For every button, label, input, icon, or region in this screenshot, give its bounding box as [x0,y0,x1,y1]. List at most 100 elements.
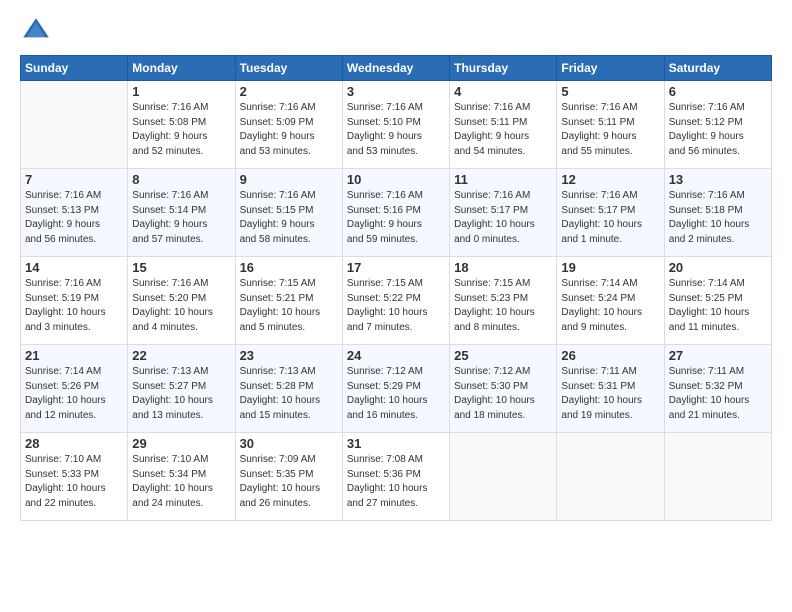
cal-cell: 27Sunrise: 7:11 AM Sunset: 5:32 PM Dayli… [664,345,771,433]
day-number: 30 [240,436,338,451]
cal-cell [450,433,557,521]
cell-info: Sunrise: 7:16 AM Sunset: 5:09 PM Dayligh… [240,101,338,159]
day-number: 21 [25,348,123,363]
week-row-5: 28Sunrise: 7:10 AM Sunset: 5:33 PM Dayli… [21,433,772,521]
logo [20,15,56,47]
day-number: 16 [240,260,338,275]
cal-cell: 11 Sunrise: 7:16 AM Sunset: 5:17 PM Dayli… [450,169,557,257]
cal-cell: 6 Sunrise: 7:16 AM Sunset: 5:12 PM Daylig… [664,81,771,169]
cal-cell: 19 Sunrise: 7:14 AM Sunset: 5:24 PM Dayli… [557,257,664,345]
cal-cell: 16 Sunrise: 7:15 AM Sunset: 5:21 PM Dayli… [235,257,342,345]
cell-info: Sunrise: 7:16 AM Sunset: 5:14 PM Dayligh… [132,189,230,247]
cal-cell: 20 Sunrise: 7:14 AM Sunset: 5:25 PM Dayli… [664,257,771,345]
day-number: 20 [669,260,767,275]
cal-cell: 26 Sunrise: 7:11 AM Sunset: 5:31 PM Dayli… [557,345,664,433]
cell-info: Sunrise: 7:16 AM Sunset: 5:16 PM Dayligh… [347,189,445,247]
cell-info: Sunrise: 7:12 AM Sunset: 5:30 PM Dayligh… [454,365,552,423]
col-header-friday: Friday [557,56,664,81]
cal-cell: 21Sunrise: 7:14 AM Sunset: 5:26 PM Dayli… [21,345,128,433]
cal-cell: 12 Sunrise: 7:16 AM Sunset: 5:17 PM Dayli… [557,169,664,257]
cell-info: Sunrise: 7:10 AM Sunset: 5:34 PM Dayligh… [132,453,230,511]
cell-info: Sunrise: 7:16 AM Sunset: 5:15 PM Dayligh… [240,189,338,247]
week-row-4: 21Sunrise: 7:14 AM Sunset: 5:26 PM Dayli… [21,345,772,433]
cal-cell: 25 Sunrise: 7:12 AM Sunset: 5:30 PM Dayli… [450,345,557,433]
day-number: 8 [132,172,230,187]
cell-info: Sunrise: 7:16 AM Sunset: 5:08 PM Dayligh… [132,101,230,159]
cell-info: Sunrise: 7:15 AM Sunset: 5:21 PM Dayligh… [240,277,338,335]
cal-cell: 22Sunrise: 7:13 AM Sunset: 5:27 PM Dayli… [128,345,235,433]
cal-cell: 5 Sunrise: 7:16 AM Sunset: 5:11 PM Daylig… [557,81,664,169]
cal-cell [21,81,128,169]
cell-info: Sunrise: 7:12 AM Sunset: 5:29 PM Dayligh… [347,365,445,423]
cal-cell: 29 Sunrise: 7:10 AM Sunset: 5:34 PM Dayli… [128,433,235,521]
col-header-sunday: Sunday [21,56,128,81]
col-header-thursday: Thursday [450,56,557,81]
day-number: 15 [132,260,230,275]
cell-info: Sunrise: 7:16 AM Sunset: 5:19 PM Dayligh… [25,277,123,335]
cal-cell: 23 Sunrise: 7:13 AM Sunset: 5:28 PM Dayli… [235,345,342,433]
cal-cell: 13 Sunrise: 7:16 AM Sunset: 5:18 PM Dayli… [664,169,771,257]
day-number: 6 [669,84,767,99]
day-number: 10 [347,172,445,187]
cell-info: Sunrise: 7:16 AM Sunset: 5:11 PM Dayligh… [454,101,552,159]
cell-info: Sunrise: 7:11 AM Sunset: 5:32 PM Dayligh… [669,365,767,423]
cal-cell: 10 Sunrise: 7:16 AM Sunset: 5:16 PM Dayli… [342,169,449,257]
cell-info: Sunrise: 7:16 AM Sunset: 5:13 PM Dayligh… [25,189,123,247]
day-number: 18 [454,260,552,275]
col-header-tuesday: Tuesday [235,56,342,81]
cal-cell: 31 Sunrise: 7:08 AM Sunset: 5:36 PM Dayli… [342,433,449,521]
day-number: 26 [561,348,659,363]
cell-info: Sunrise: 7:13 AM Sunset: 5:28 PM Dayligh… [240,365,338,423]
cal-cell: 15 Sunrise: 7:16 AM Sunset: 5:20 PM Dayli… [128,257,235,345]
cell-info: Sunrise: 7:16 AM Sunset: 5:20 PM Dayligh… [132,277,230,335]
cal-cell: 28Sunrise: 7:10 AM Sunset: 5:33 PM Dayli… [21,433,128,521]
cell-info: Sunrise: 7:11 AM Sunset: 5:31 PM Dayligh… [561,365,659,423]
cell-info: Sunrise: 7:14 AM Sunset: 5:25 PM Dayligh… [669,277,767,335]
cal-cell: 17 Sunrise: 7:15 AM Sunset: 5:22 PM Dayli… [342,257,449,345]
week-row-2: 7 Sunrise: 7:16 AM Sunset: 5:13 PM Daylig… [21,169,772,257]
week-row-3: 14Sunrise: 7:16 AM Sunset: 5:19 PM Dayli… [21,257,772,345]
cal-cell [664,433,771,521]
cell-info: Sunrise: 7:15 AM Sunset: 5:22 PM Dayligh… [347,277,445,335]
header-row: SundayMondayTuesdayWednesdayThursdayFrid… [21,56,772,81]
day-number: 23 [240,348,338,363]
calendar-table: SundayMondayTuesdayWednesdayThursdayFrid… [20,55,772,521]
day-number: 24 [347,348,445,363]
day-number: 5 [561,84,659,99]
cal-cell: 1Sunrise: 7:16 AM Sunset: 5:08 PM Daylig… [128,81,235,169]
day-number: 13 [669,172,767,187]
cal-cell: 8 Sunrise: 7:16 AM Sunset: 5:14 PM Daylig… [128,169,235,257]
day-number: 17 [347,260,445,275]
cal-cell: 3Sunrise: 7:16 AM Sunset: 5:10 PM Daylig… [342,81,449,169]
cal-cell [557,433,664,521]
cell-info: Sunrise: 7:13 AM Sunset: 5:27 PM Dayligh… [132,365,230,423]
day-number: 4 [454,84,552,99]
col-header-saturday: Saturday [664,56,771,81]
cell-info: Sunrise: 7:08 AM Sunset: 5:36 PM Dayligh… [347,453,445,511]
col-header-wednesday: Wednesday [342,56,449,81]
day-number: 29 [132,436,230,451]
cell-info: Sunrise: 7:15 AM Sunset: 5:23 PM Dayligh… [454,277,552,335]
day-number: 25 [454,348,552,363]
day-number: 11 [454,172,552,187]
week-row-1: 1Sunrise: 7:16 AM Sunset: 5:08 PM Daylig… [21,81,772,169]
day-number: 31 [347,436,445,451]
day-number: 9 [240,172,338,187]
cell-info: Sunrise: 7:16 AM Sunset: 5:10 PM Dayligh… [347,101,445,159]
day-number: 19 [561,260,659,275]
col-header-monday: Monday [128,56,235,81]
cell-info: Sunrise: 7:16 AM Sunset: 5:17 PM Dayligh… [454,189,552,247]
day-number: 7 [25,172,123,187]
day-number: 2 [240,84,338,99]
cal-cell: 4 Sunrise: 7:16 AM Sunset: 5:11 PM Daylig… [450,81,557,169]
cal-cell: 7 Sunrise: 7:16 AM Sunset: 5:13 PM Daylig… [21,169,128,257]
cell-info: Sunrise: 7:16 AM Sunset: 5:12 PM Dayligh… [669,101,767,159]
cell-info: Sunrise: 7:16 AM Sunset: 5:11 PM Dayligh… [561,101,659,159]
cal-cell: 30Sunrise: 7:09 AM Sunset: 5:35 PM Dayli… [235,433,342,521]
cal-cell: 18 Sunrise: 7:15 AM Sunset: 5:23 PM Dayli… [450,257,557,345]
day-number: 12 [561,172,659,187]
cal-cell: 2 Sunrise: 7:16 AM Sunset: 5:09 PM Daylig… [235,81,342,169]
cell-info: Sunrise: 7:14 AM Sunset: 5:24 PM Dayligh… [561,277,659,335]
cell-info: Sunrise: 7:16 AM Sunset: 5:18 PM Dayligh… [669,189,767,247]
cell-info: Sunrise: 7:16 AM Sunset: 5:17 PM Dayligh… [561,189,659,247]
